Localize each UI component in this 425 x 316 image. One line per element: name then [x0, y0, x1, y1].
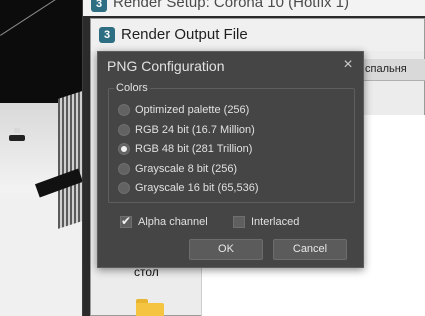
radio-label: Grayscale 16 bit (65,536) [135, 182, 259, 194]
render-output-titlebar[interactable]: 3 Render Output File [91, 19, 424, 51]
render-setup-title: Render Setup: Corona 10 (Hotfix 1) [113, 0, 349, 11]
radio-button[interactable] [118, 104, 130, 116]
radio-rgb-24-bit[interactable]: RGB 24 bit (16.7 Million) [118, 122, 255, 138]
app-3dsmax-icon: 3 [99, 27, 115, 43]
radio-button[interactable] [118, 182, 130, 194]
cancel-button[interactable]: Cancel [273, 239, 347, 260]
interlaced-label: Interlaced [251, 216, 300, 228]
radio-label: Grayscale 8 bit (256) [135, 163, 238, 175]
screen: 3 Render Setup: Corona 10 (Hotfix 1) 3 R… [0, 0, 425, 316]
radio-grayscale-16-bit[interactable]: Grayscale 16 bit (65,536) [118, 180, 259, 196]
scene-guide-line [0, 0, 82, 36]
png-configuration-dialog: PNG Configuration × Colors Optimized pal… [97, 51, 364, 268]
close-icon[interactable]: × [339, 56, 357, 74]
radio-button[interactable] [118, 124, 130, 136]
png-dialog-titlebar[interactable]: PNG Configuration × [98, 52, 363, 78]
folder-icon[interactable] [136, 299, 164, 316]
app-3dsmax-icon: 3 [91, 0, 107, 12]
radio-label: Optimized palette (256) [135, 104, 250, 116]
radio-optimized-palette[interactable]: Optimized palette (256) [118, 102, 249, 118]
viewport-3d[interactable] [0, 0, 82, 316]
radio-label: RGB 48 bit (281 Trillion) [135, 143, 253, 155]
scene-slats [58, 91, 82, 229]
radio-button[interactable] [118, 163, 130, 175]
radio-label: RGB 24 bit (16.7 Million) [135, 124, 255, 136]
interlaced-checkbox-row[interactable]: Interlaced [233, 214, 299, 230]
radio-button-selected[interactable] [118, 143, 130, 155]
alpha-channel-label: Alpha channel [138, 216, 208, 228]
radio-rgb-48-bit[interactable]: RGB 48 bit (281 Trillion) [118, 141, 252, 157]
render-setup-titlebar[interactable]: 3 Render Setup: Corona 10 (Hotfix 1) [83, 0, 425, 16]
checkmark-icon: ✔ [121, 214, 132, 228]
render-output-title: Render Output File [121, 26, 248, 43]
scene-lamp [8, 128, 26, 144]
interlaced-checkbox[interactable] [233, 216, 245, 228]
png-dialog-title: PNG Configuration [107, 58, 225, 74]
alpha-channel-checkbox-row[interactable]: ✔ Alpha channel [120, 214, 208, 230]
radio-grayscale-8-bit[interactable]: Grayscale 8 bit (256) [118, 161, 237, 177]
alpha-channel-checkbox[interactable]: ✔ [120, 214, 132, 228]
colors-group-label: Colors [114, 82, 150, 94]
ok-button[interactable]: OK [189, 239, 263, 260]
